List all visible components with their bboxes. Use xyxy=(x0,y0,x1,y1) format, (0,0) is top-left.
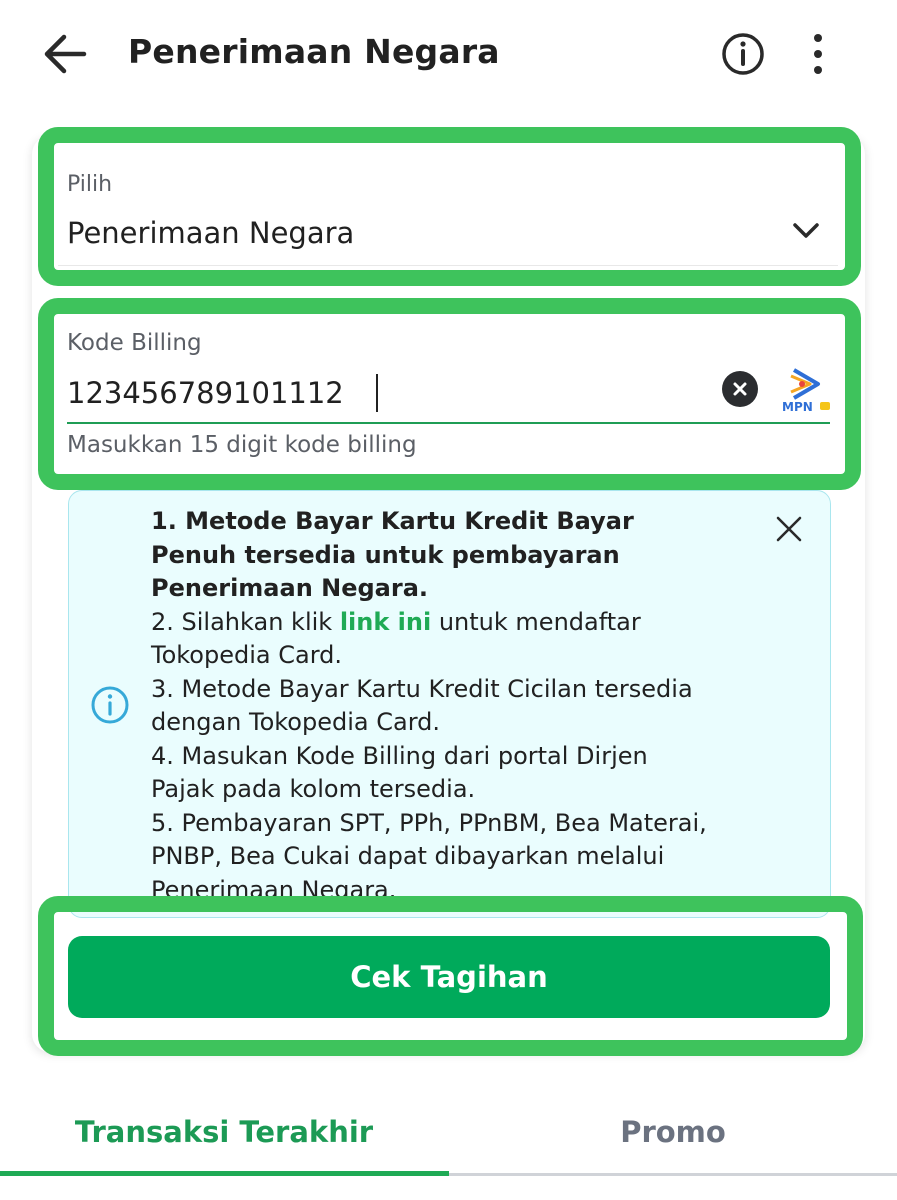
app-header: Penerimaan Negara xyxy=(0,0,897,110)
back-button[interactable] xyxy=(40,30,90,78)
info-button[interactable] xyxy=(718,29,768,79)
info-circle-icon xyxy=(722,33,764,75)
more-options-button[interactable] xyxy=(800,30,836,78)
input-underline xyxy=(67,422,830,424)
inactive-tab-indicator xyxy=(449,1173,897,1176)
text-caret xyxy=(376,374,378,412)
mpn-logo-button[interactable]: MPN xyxy=(780,364,832,414)
active-tab-indicator xyxy=(0,1171,449,1176)
info-item-5: 5. Pembayaran SPT, PPh, PPnBM, Bea Mater… xyxy=(151,808,707,904)
tab-promo[interactable]: Promo xyxy=(449,1100,897,1178)
tab-recent-transactions[interactable]: Transaksi Terakhir xyxy=(0,1100,448,1178)
mpn-logo-text: MPN xyxy=(782,400,813,414)
check-bill-button[interactable]: Cek Tagihan xyxy=(68,936,830,1018)
billing-code-input[interactable] xyxy=(67,370,707,416)
chevron-down-icon xyxy=(793,223,819,238)
info-item-2-prefix: 2. Silahkan klik xyxy=(151,607,340,636)
billing-label: Kode Billing xyxy=(67,330,202,356)
info-text: 1. Metode Bayar Kartu Kredit Bayar Penuh… xyxy=(151,505,711,907)
info-item-3: 3. Metode Bayar Kartu Kredit Cicilan ter… xyxy=(151,674,693,737)
category-select[interactable]: Pilih Penerimaan Negara xyxy=(58,146,838,266)
arrow-left-icon xyxy=(44,34,87,74)
more-vertical-icon xyxy=(814,34,822,74)
clear-input-button[interactable] xyxy=(722,371,758,407)
close-icon xyxy=(776,516,802,542)
bottom-tabs: Transaksi Terakhir Promo xyxy=(0,1100,897,1178)
select-value: Penerimaan Negara xyxy=(67,216,355,250)
info-item-4: 4. Masukan Kode Billing dari portal Dirj… xyxy=(151,741,648,804)
clear-icon xyxy=(733,382,747,396)
info-banner: 1. Metode Bayar Kartu Kredit Bayar Penuh… xyxy=(68,490,831,918)
close-banner-button[interactable] xyxy=(773,513,805,545)
info-item-1: 1. Metode Bayar Kartu Kredit Bayar Penuh… xyxy=(151,507,634,602)
select-label: Pilih xyxy=(67,172,113,197)
page-title: Penerimaan Negara xyxy=(128,32,500,71)
info-item-2: 2. Silahkan klik link ini untuk mendafta… xyxy=(151,606,711,673)
billing-code-field: Kode Billing MPN Masukkan 15 digit kode … xyxy=(58,316,838,472)
info-circle-icon xyxy=(91,686,129,724)
billing-helper-text: Masukkan 15 digit kode billing xyxy=(67,432,417,458)
register-link[interactable]: link ini xyxy=(340,608,431,636)
